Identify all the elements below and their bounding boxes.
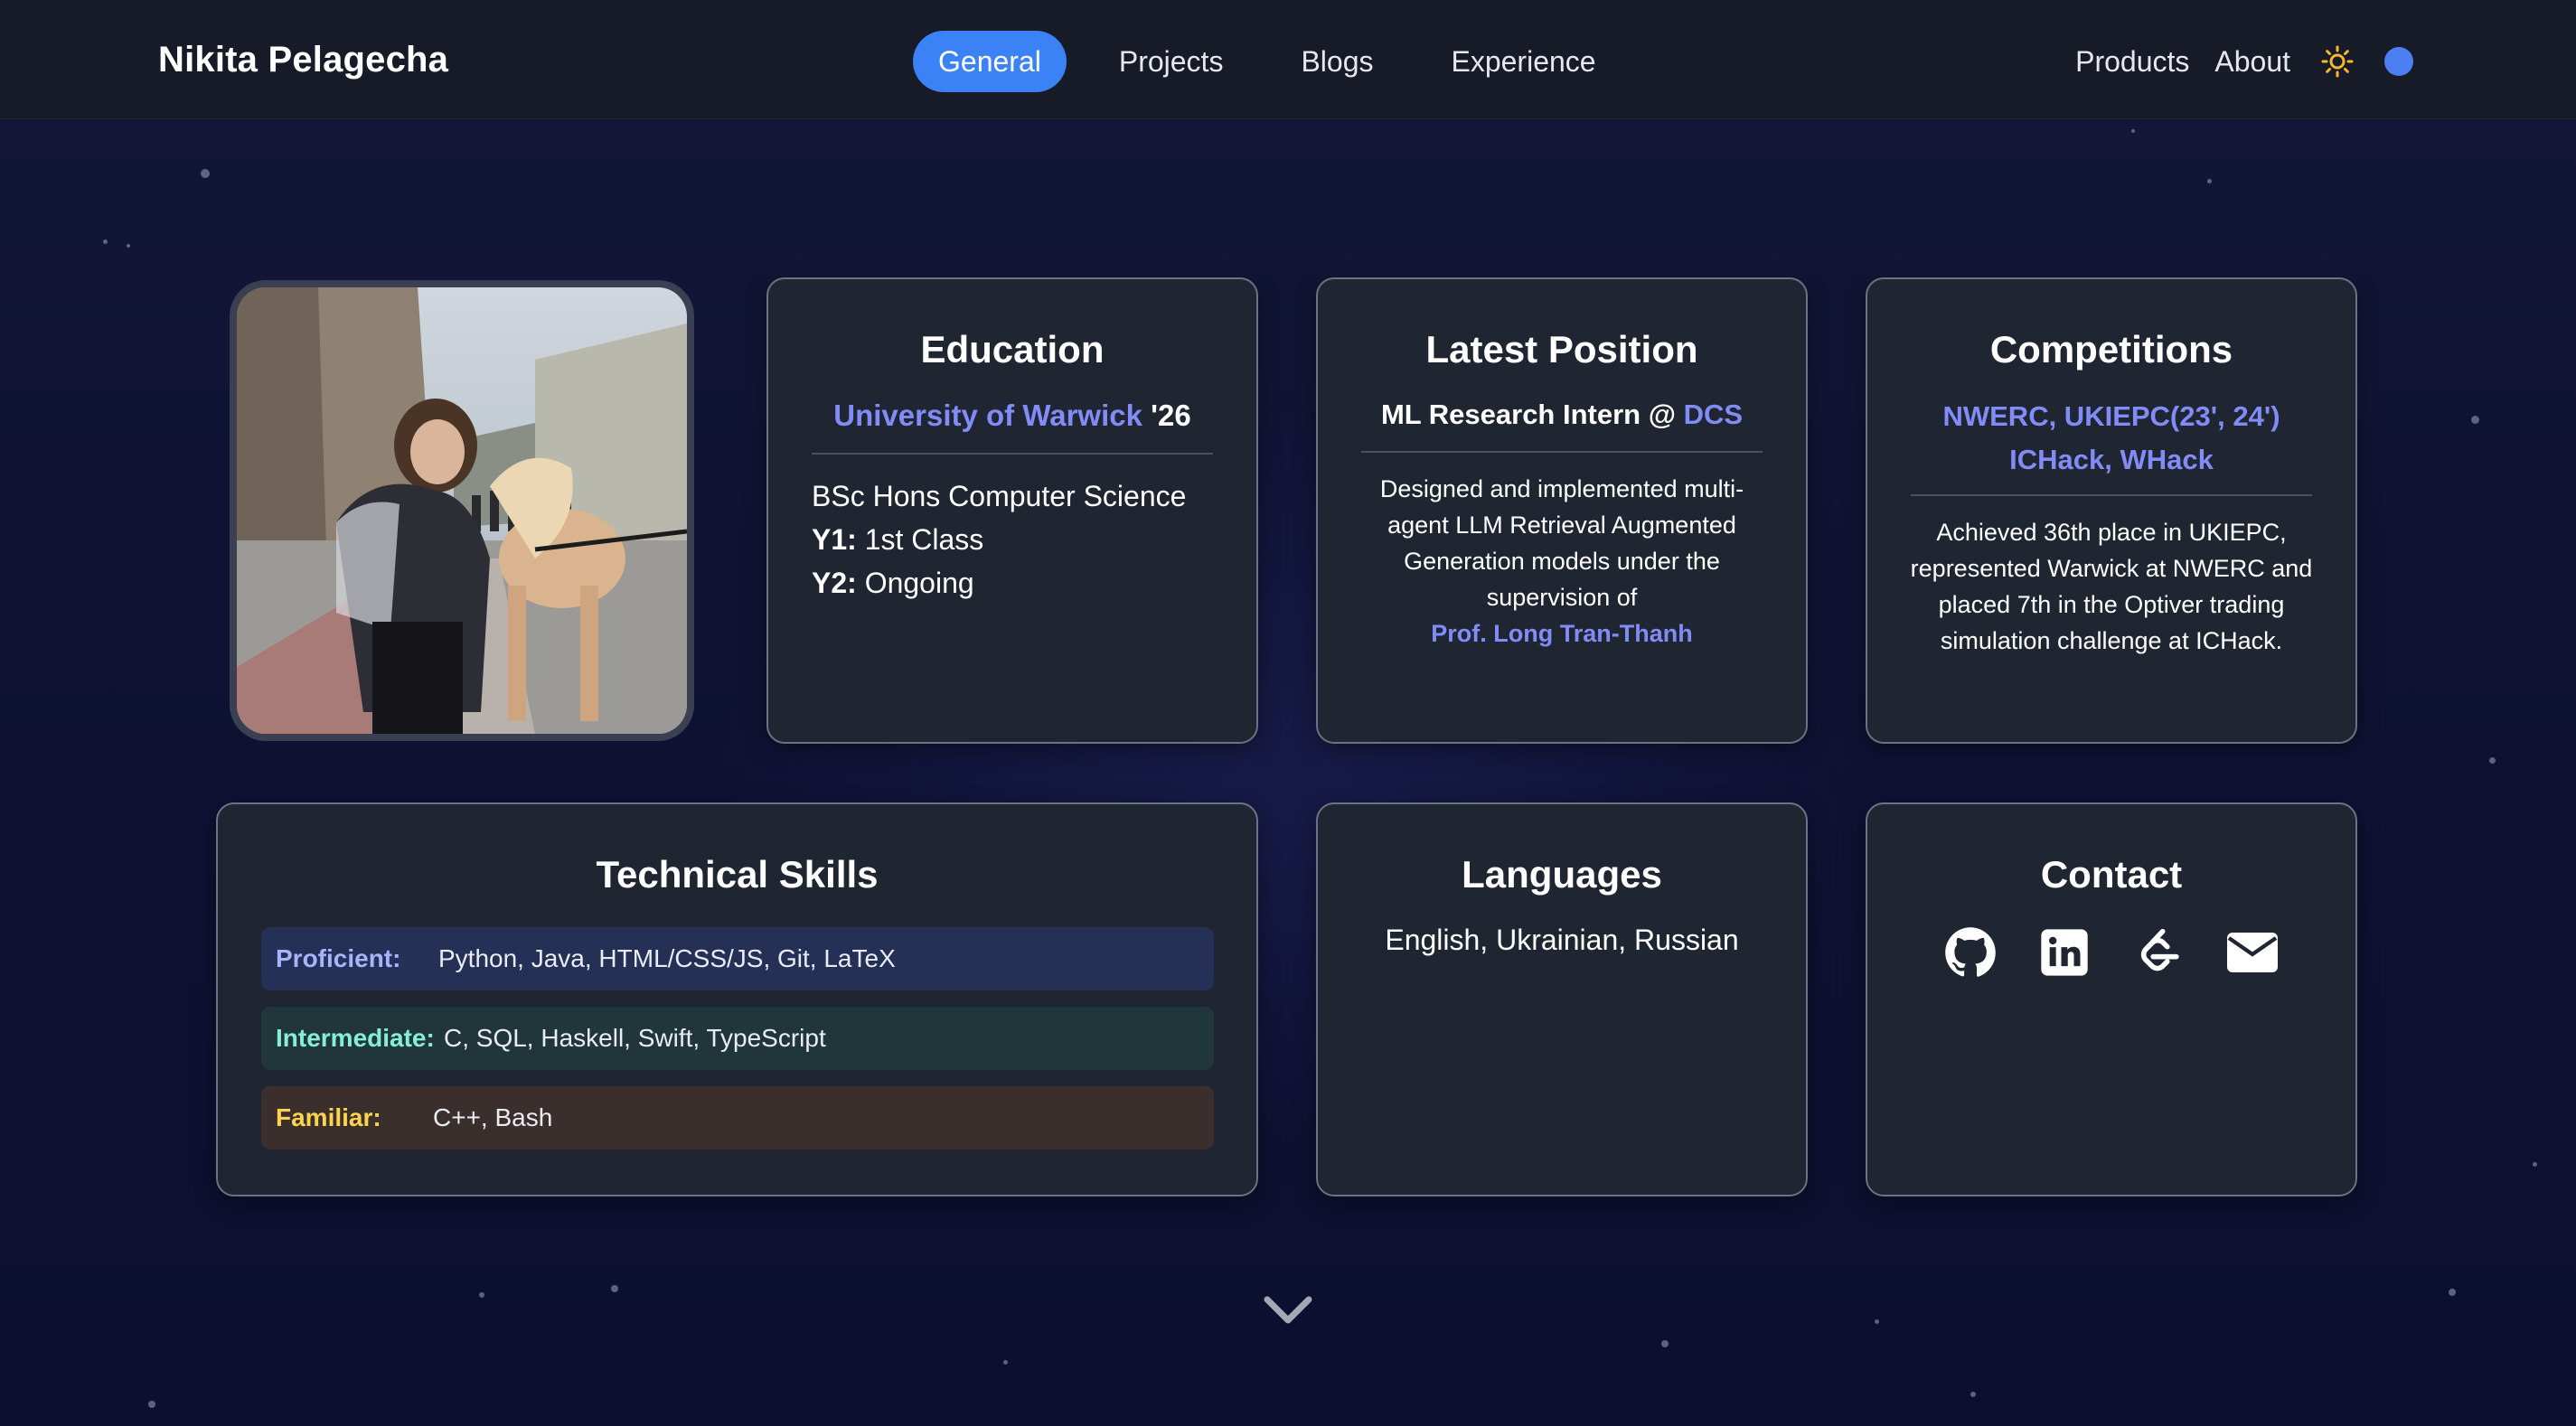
email-icon[interactable] xyxy=(2225,925,2280,980)
contact-icons xyxy=(1867,925,2355,980)
position-supervisor-link[interactable]: Prof. Long Tran-Thanh xyxy=(1354,615,1770,652)
education-y2: Y2: Ongoing xyxy=(812,561,1256,605)
competitions-card: Competitions NWERC, UKIEPC(23', 24') ICH… xyxy=(1866,277,2357,744)
education-details: BSc Hons Computer Science Y1: 1st Class … xyxy=(812,474,1256,605)
tab-blogs[interactable]: Blogs xyxy=(1275,31,1398,92)
tab-projects[interactable]: Projects xyxy=(1094,31,1249,92)
skill-list: C++, Bash xyxy=(433,1103,553,1131)
education-school-link[interactable]: University of Warwick xyxy=(833,399,1142,432)
tab-experience[interactable]: Experience xyxy=(1425,31,1621,92)
star xyxy=(1661,1340,1669,1347)
education-card: Education University of Warwick '26 BSc … xyxy=(766,277,1258,744)
education-title: Education xyxy=(920,328,1105,371)
competitions-description: Achieved 36th place in UKIEPC, represent… xyxy=(1910,519,2313,654)
tab-general[interactable]: General xyxy=(913,31,1067,92)
competitions-line-1[interactable]: NWERC, UKIEPC(23', 24') xyxy=(1867,395,2355,438)
skill-row-intermediate: Intermediate: C, SQL, Haskell, Swift, Ty… xyxy=(261,1007,1214,1070)
education-degree: BSc Hons Computer Science xyxy=(812,480,1187,512)
divider xyxy=(1361,451,1763,453)
education-y1-value: 1st Class xyxy=(864,523,984,556)
education-year: '26 xyxy=(1151,399,1191,432)
position-role: ML Research Intern @ xyxy=(1380,399,1676,430)
skill-row-proficient: Proficient: Python, Java, HTML/CSS/JS, G… xyxy=(261,927,1214,990)
star xyxy=(1003,1360,1008,1365)
star xyxy=(479,1292,484,1298)
profile-photo-illustration xyxy=(237,287,687,734)
github-icon[interactable] xyxy=(1943,925,1998,980)
divider xyxy=(812,453,1213,455)
star xyxy=(2489,757,2496,764)
divider xyxy=(1911,494,2312,496)
linkedin-icon[interactable] xyxy=(2037,925,2092,980)
leetcode-icon[interactable] xyxy=(2131,925,2186,980)
star xyxy=(2533,1162,2537,1167)
star xyxy=(1970,1392,1976,1397)
nav-link-about[interactable]: About xyxy=(2214,45,2290,79)
education-school-line: University of Warwick '26 xyxy=(768,399,1256,433)
competitions-title: Competitions xyxy=(1989,328,2233,371)
position-role-line: ML Research Intern @ DCS xyxy=(1318,399,1806,431)
skill-level-label: Proficient: xyxy=(276,944,401,972)
languages-title: Languages xyxy=(1462,853,1662,896)
education-y1-label: Y1: xyxy=(812,523,857,556)
star xyxy=(1875,1319,1879,1324)
competitions-names: NWERC, UKIEPC(23', 24') ICHack, WHack xyxy=(1867,395,2355,482)
education-y2-label: Y2: xyxy=(812,567,857,599)
skills-title: Technical Skills xyxy=(596,853,879,896)
skill-list: C, SQL, Haskell, Swift, TypeScript xyxy=(444,1024,826,1052)
color-toggle[interactable] xyxy=(2384,47,2413,76)
profile-photo xyxy=(230,280,694,741)
languages-card: Languages English, Ukrainian, Russian xyxy=(1316,802,1808,1196)
chevron-down-icon[interactable] xyxy=(1262,1292,1314,1328)
skill-level-label: Intermediate: xyxy=(276,1024,435,1052)
skill-level-label: Familiar: xyxy=(276,1103,381,1131)
top-navbar: Nikita Pelagecha General Projects Blogs … xyxy=(0,0,2576,119)
star xyxy=(127,244,130,248)
competitions-line-2[interactable]: ICHack, WHack xyxy=(1867,438,2355,482)
site-brand[interactable]: Nikita Pelagecha xyxy=(158,40,448,80)
nav-right: Products About xyxy=(2050,31,2413,92)
skill-row-familiar: Familiar: C++, Bash xyxy=(261,1086,1214,1149)
star xyxy=(148,1401,155,1408)
sun-icon[interactable] xyxy=(2321,45,2354,78)
position-details: Designed and implemented multi-agent LLM… xyxy=(1354,471,1770,652)
star xyxy=(2449,1289,2456,1296)
star xyxy=(201,169,210,178)
technical-skills-card: Technical Skills Proficient: Python, Jav… xyxy=(216,802,1258,1196)
position-org-link[interactable]: DCS xyxy=(1684,399,1743,430)
education-y1: Y1: 1st Class xyxy=(812,518,1256,561)
education-y2-value: Ongoing xyxy=(864,567,974,599)
star xyxy=(103,239,108,244)
star xyxy=(611,1285,618,1292)
position-description: Designed and implemented multi-agent LLM… xyxy=(1379,475,1744,611)
contact-card: Contact xyxy=(1866,802,2357,1196)
star xyxy=(2471,416,2479,424)
star xyxy=(2207,179,2212,183)
star xyxy=(2131,129,2135,133)
contact-title: Contact xyxy=(2040,853,2183,896)
nav-tabs: General Projects Blogs Experience xyxy=(913,31,1649,92)
languages-list: English, Ukrainian, Russian xyxy=(1385,924,1739,956)
skill-list: Python, Java, HTML/CSS/JS, Git, LaTeX xyxy=(438,944,896,972)
latest-position-card: Latest Position ML Research Intern @ DCS… xyxy=(1316,277,1808,744)
position-title: Latest Position xyxy=(1425,328,1698,371)
nav-link-products[interactable]: Products xyxy=(2075,45,2189,79)
